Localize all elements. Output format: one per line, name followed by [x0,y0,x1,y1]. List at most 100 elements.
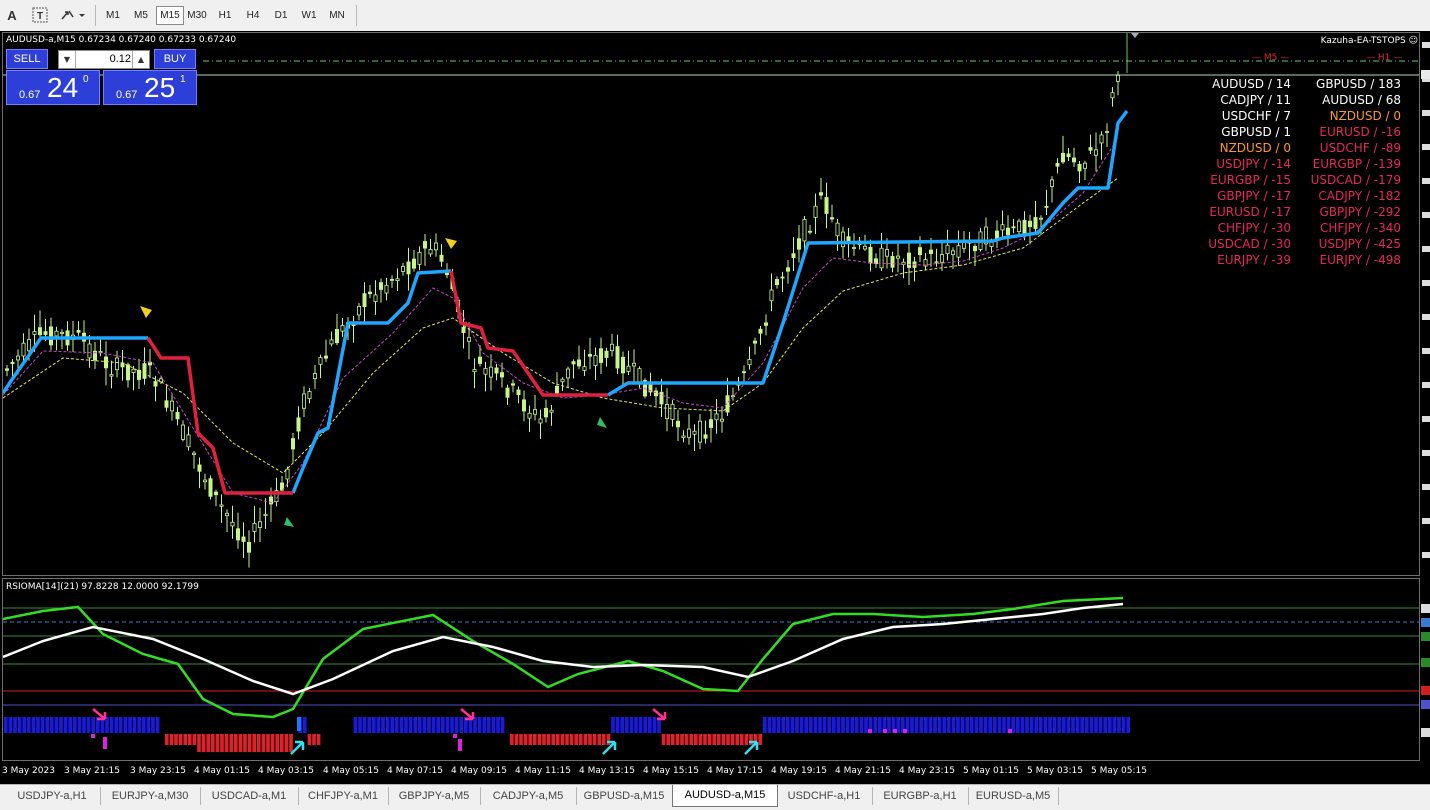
buy-price-box[interactable]: 0.67 25 1 [103,70,197,105]
histogram-bar [873,717,877,733]
sell-button[interactable]: SELL [6,49,48,69]
candle-body [940,254,945,263]
sell-price-box[interactable]: 0.67 24 0 [6,70,100,105]
price-axis-tick [1422,314,1430,320]
histogram-bar [634,717,638,733]
chart-tab[interactable]: AUDUSD-a,M15 [672,785,778,807]
arrows-tool-icon[interactable] [58,6,88,25]
timeframe-m30[interactable]: M30 [184,6,210,25]
candle-body [26,339,31,352]
histogram-bar [174,734,178,745]
histogram-bar [730,734,735,745]
sell-price-prefix: 0.67 [19,89,41,101]
lot-increase-icon[interactable]: ▲ [132,51,149,68]
timeframe-d1[interactable]: D1 [268,6,294,25]
histogram-bar [997,717,1002,733]
candle-body [494,367,499,374]
timeframe-m15[interactable]: M15 [156,6,184,25]
histogram-bar [201,734,206,752]
candle-body [175,412,180,420]
strength-entry: EURUSD / -17 [1209,205,1291,219]
candle-body [1011,226,1016,229]
candle-body [1061,152,1066,163]
chart-tab[interactable]: GBPJPY-a,M5 [388,787,481,805]
text-label-tool-icon[interactable]: T [30,6,50,25]
histogram-bar [721,734,726,745]
chart-tab[interactable]: CADJPY-a,M5 [480,787,577,805]
histogram-bar [648,717,652,733]
candle-body [626,365,631,372]
price-axis-tick [1422,416,1430,422]
candle-body [428,249,433,255]
timeframe-m5[interactable]: M5 [128,6,154,25]
histogram-bar [767,717,772,733]
histogram-bar [36,717,40,733]
histogram-bar [17,717,22,733]
chart-tab[interactable]: EURJPY-a,M30 [100,787,201,805]
histogram-bar [790,717,795,733]
histogram-bar [206,734,210,752]
histogram-marker [91,734,95,738]
candle-body [362,293,367,308]
histogram-bar [841,717,845,733]
price-axis-tick [1422,110,1430,116]
histogram-bar [951,717,956,733]
candle-body [599,348,604,363]
price-axis-tick [1422,246,1430,252]
time-label: 4 May 01:15 [194,766,250,776]
strength-entry: USDCAD / -30 [1208,237,1291,251]
text-tool-icon[interactable]: A [2,6,22,25]
histogram-bar [31,717,36,733]
histogram-bar [827,717,831,733]
histogram-bar [73,717,77,733]
histogram-bar [1062,717,1066,733]
histogram-bar [4,717,8,733]
candle-body [610,343,615,352]
candle-body [444,272,449,276]
chart-tab[interactable]: USDCAD-a,M1 [200,787,299,805]
candle-body [54,330,59,337]
strength-entry: CHFJPY / -30 [1217,221,1291,235]
candle-body [98,351,103,353]
lot-decrease-icon[interactable]: ▼ [59,51,76,68]
histogram-bar [27,717,31,733]
histogram-marker [297,717,301,731]
histogram-bar [832,717,836,733]
indicator-axis-tag [1421,604,1430,613]
lot-size-value[interactable]: 0.12 [110,51,131,68]
histogram-bar [1112,717,1117,733]
indicator-title: RSIOMA[14](21) 97.8228 12.0000 92.1799 [6,582,199,592]
chart-tab[interactable]: USDJPY-a,H1 [4,787,101,805]
chart-tab[interactable]: CHFJPY-a,M1 [298,787,389,805]
lot-size-field[interactable]: ▼ 0.12 ▲ [58,50,150,69]
candle-body [488,366,493,378]
candle-body [775,279,780,286]
chart-tab[interactable]: GBPUSD-a,M15 [576,787,673,805]
timeframe-h1[interactable]: H1 [212,6,238,25]
chart-tab[interactable]: EURUSD-a,M5 [968,787,1059,805]
histogram-bar [813,717,818,733]
histogram-bar [836,717,841,733]
histogram-bar [353,717,358,733]
timeframe-m1[interactable]: M1 [100,6,126,25]
histogram-marker [1008,729,1012,733]
timeframe-w1[interactable]: W1 [296,6,322,25]
histogram-bar [303,717,307,733]
histogram-bar [960,717,965,733]
histogram-bar [247,734,252,752]
chart-tab[interactable]: EURGBP-a,H1 [872,787,969,805]
timeframe-mn[interactable]: MN [324,6,350,25]
histogram-bar [252,734,256,752]
candle-body [698,420,703,443]
histogram-bar [510,734,514,745]
histogram-bar [740,734,744,745]
candle-body [747,359,752,366]
timeframe-h4[interactable]: H4 [240,6,266,25]
rsioma-indicator-window[interactable] [2,578,1420,761]
candle-body [180,424,185,440]
candle-body [191,452,196,455]
chart-tab[interactable]: USDCHF-a,H1 [776,787,873,805]
buy-button[interactable]: BUY [154,49,196,69]
histogram-bar [63,717,68,733]
candle-body [846,236,851,242]
